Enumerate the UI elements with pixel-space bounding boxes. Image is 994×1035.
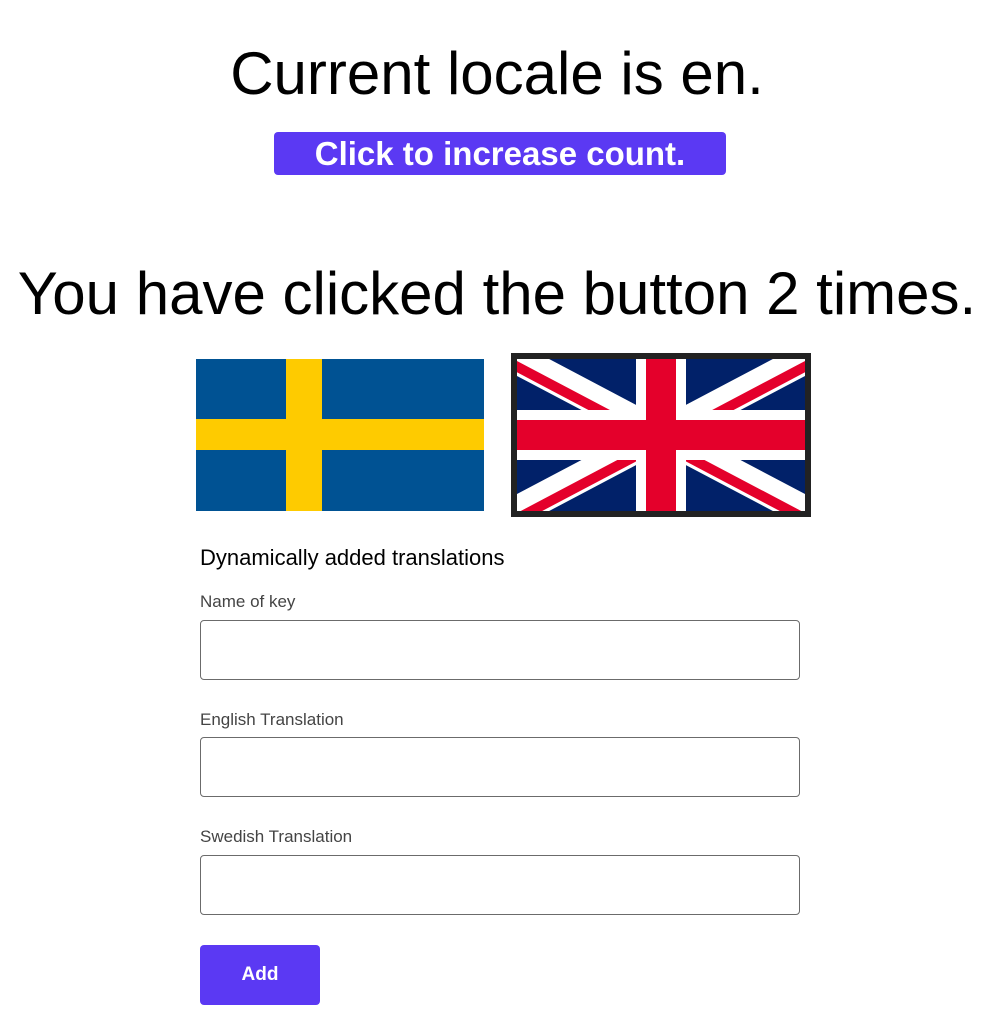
add-button[interactable]: Add: [200, 945, 320, 1005]
click-count-heading: You have clicked the button 2 times.: [17, 260, 977, 327]
form-title: Dynamically added translations: [200, 545, 505, 570]
swedish-translation-input[interactable]: [200, 855, 800, 915]
current-locale-heading: Current locale is en.: [230, 40, 764, 107]
name-of-key-label: Name of key: [200, 592, 296, 611]
english-translation-input[interactable]: [200, 737, 800, 797]
increase-count-button[interactable]: Click to increase count.: [274, 132, 726, 175]
swedish-flag-icon[interactable]: [196, 359, 484, 511]
english-translation-label: English Translation: [200, 710, 344, 729]
name-of-key-input[interactable]: [200, 620, 800, 680]
swedish-translation-label: Swedish Translation: [200, 827, 353, 846]
uk-flag-icon[interactable]: [511, 353, 811, 517]
